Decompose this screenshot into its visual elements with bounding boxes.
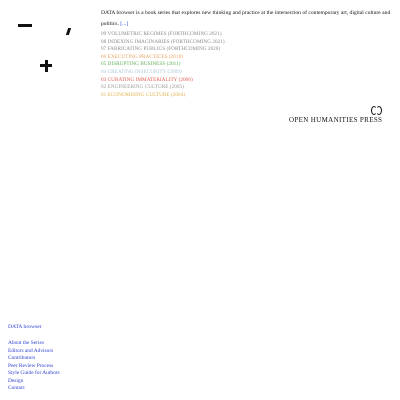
footer-nav: About the Series Editors and Advisors Cont… — [8, 340, 60, 393]
series-intro: DATA browser is a book series that explo… — [101, 8, 391, 30]
open-humanities-press-icon — [371, 106, 383, 115]
publisher-name: OPEN HUMANITIES PRESS — [289, 116, 383, 124]
footer-nav-item: Style Guide for Authors — [8, 370, 60, 378]
volume-item[interactable]: 04 CREATING INSECURITY (2009) — [101, 69, 225, 77]
footer-nav-item: About the Series — [8, 340, 60, 348]
read-more-link[interactable]: [...] — [120, 21, 128, 27]
volume-item[interactable]: 07 FABRICATING PUBLICS (FORTHCOMING 2020… — [101, 46, 225, 54]
footer-nav-item: Contributors — [8, 355, 60, 363]
plus-icon-vertical — [44, 59, 48, 72]
footer-nav-link[interactable]: Design — [8, 378, 23, 384]
volume-item[interactable]: 02 ENGINEERING CULTURE (2005) — [101, 84, 225, 92]
volume-item[interactable]: 01 ECONOMISING CULTURE (2004) — [101, 92, 225, 100]
volume-list: 09 VOLUMETRIC REGIMES (FORTHCOMING 2021)… — [101, 31, 225, 99]
footer-nav-link[interactable]: Peer Review Process — [8, 363, 53, 369]
volume-item[interactable]: 09 VOLUMETRIC REGIMES (FORTHCOMING 2021) — [101, 31, 225, 39]
footer-nav-link[interactable]: Contact — [8, 385, 25, 391]
footer-nav-link[interactable]: Editors and Advisors — [8, 348, 53, 354]
logo-tick-icon — [65, 28, 72, 35]
footer-nav-link[interactable]: About the Series — [8, 340, 44, 346]
volume-item[interactable]: 05 DISRUPTING BUSINESS (2011) — [101, 61, 225, 69]
footer-nav-item: Editors and Advisors — [8, 348, 60, 356]
data-browser-logo[interactable] — [18, 22, 74, 74]
footer-nav-link[interactable]: Contributors — [8, 355, 35, 361]
publisher-logo[interactable]: OPEN HUMANITIES PRESS — [289, 106, 384, 126]
footer-nav-link[interactable]: Style Guide for Authors — [8, 370, 60, 376]
footer-nav-item: Contact — [8, 385, 60, 393]
intro-text: DATA browser is a book series that explo… — [101, 10, 391, 27]
footer-title-link[interactable]: DATA browser — [8, 324, 42, 330]
footer-nav-item: Peer Review Process — [8, 363, 60, 371]
logo-dash-icon — [18, 24, 32, 27]
footer-nav-item: Design — [8, 378, 60, 386]
